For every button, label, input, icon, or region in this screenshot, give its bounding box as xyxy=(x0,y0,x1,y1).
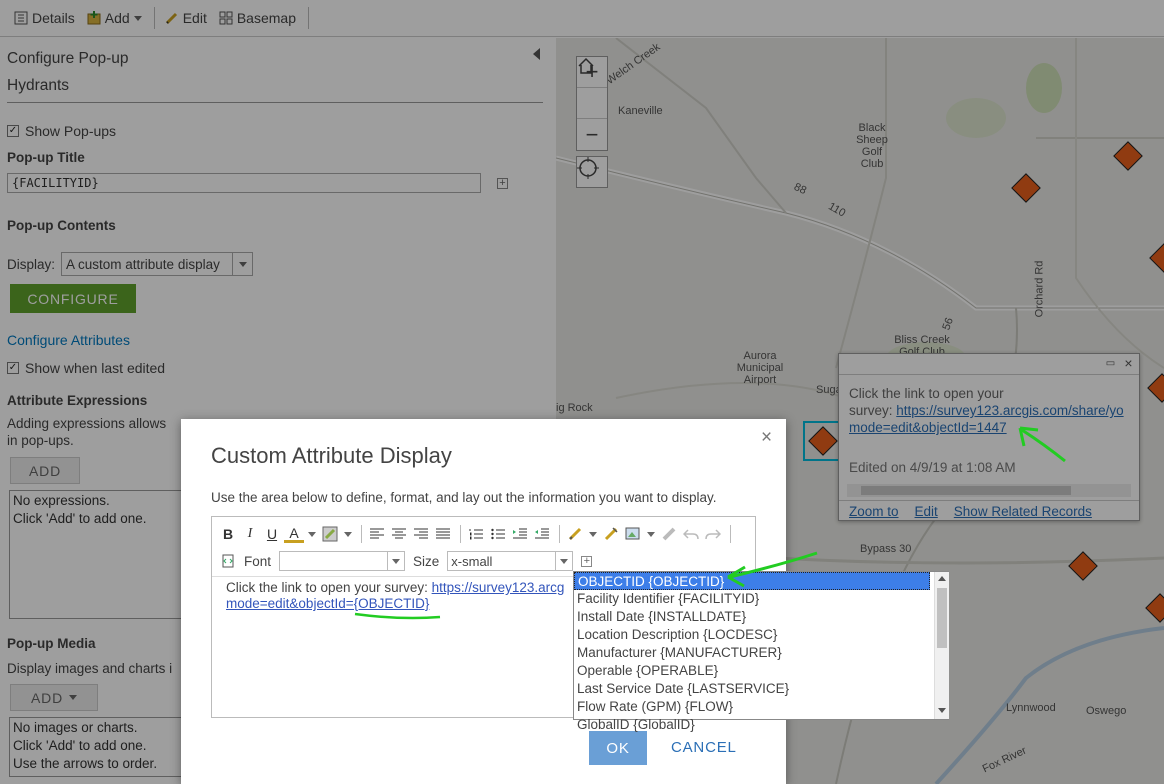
annotation-arrow xyxy=(729,551,818,579)
annotation-layer xyxy=(354,426,1066,620)
annotation-arrow xyxy=(1021,428,1066,463)
annotation-underline xyxy=(354,612,441,620)
